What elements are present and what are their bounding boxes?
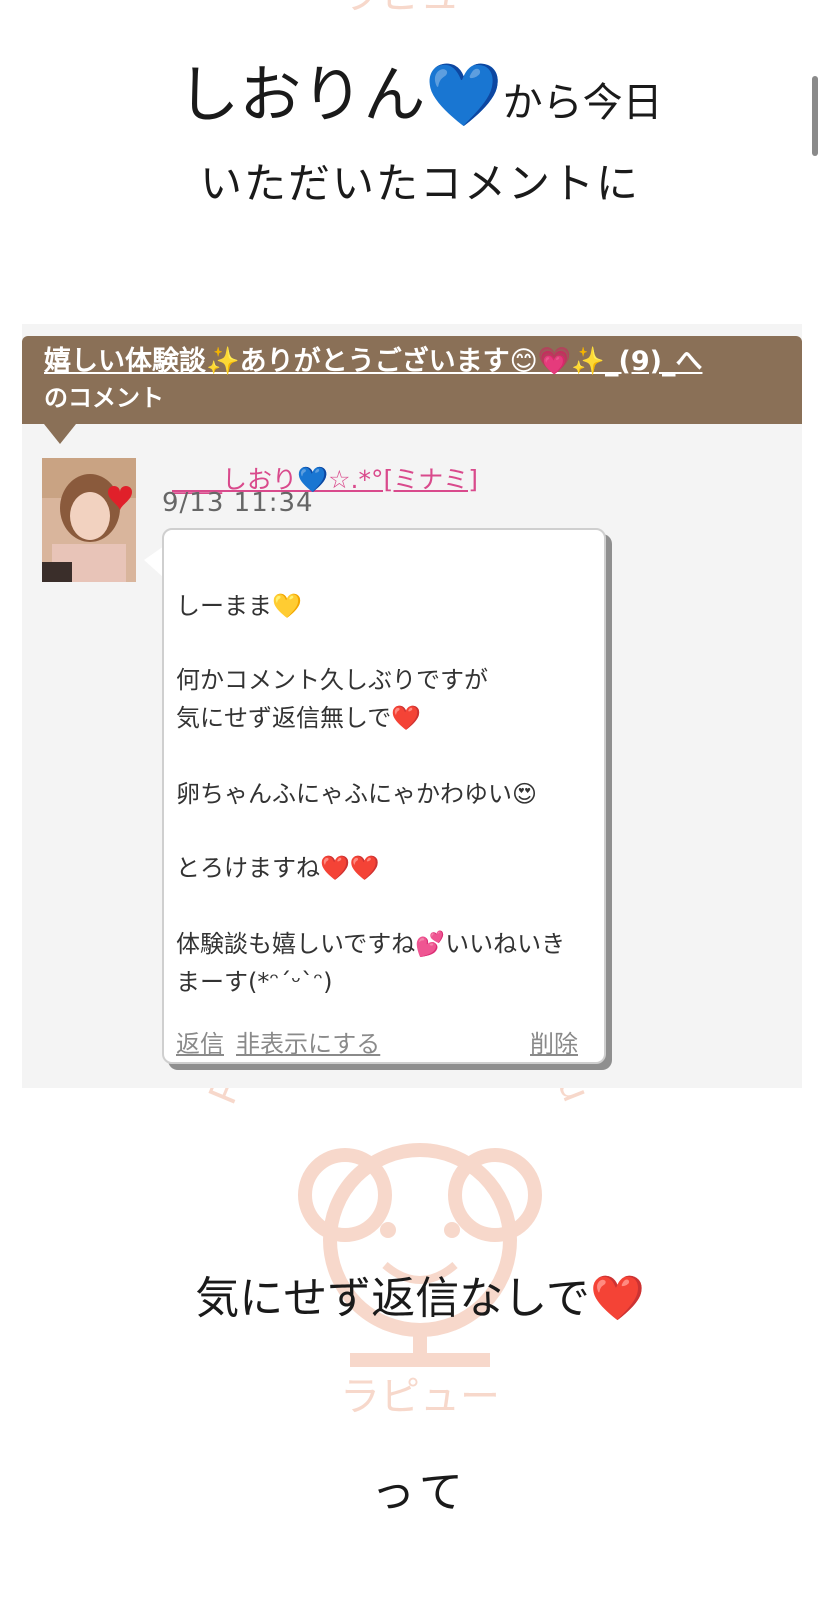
comment-line: 卵ちゃんふにゃふにゃかわゆい😍 — [176, 780, 538, 808]
headline-name: しおりん — [177, 58, 426, 131]
comment-line: とろけますね❤️❤️ — [176, 854, 380, 882]
reply-link[interactable]: 返信 — [176, 1024, 224, 1059]
headline-ending: って — [371, 1467, 469, 1518]
post-header: 嬉しい体験談✨ありがとうございます😊💗✨_(9)_へ のコメント — [22, 336, 802, 424]
header-pointer — [44, 424, 76, 444]
post-title-link[interactable]: 嬉しい体験談✨ありがとうございます😊💗✨_(9)_へ — [44, 344, 784, 380]
delete-link[interactable]: 削除 — [530, 1024, 578, 1059]
svg-text:ラピュー: ラピュー — [340, 0, 500, 17]
comment-line: 何かコメント久しぶりですが — [176, 666, 488, 694]
headline-subtitle: いただいたコメントに — [199, 159, 640, 208]
comment-line: 体験談も嬉しいですね💕いいねいき — [176, 930, 566, 958]
bubble-tail — [144, 546, 164, 578]
headline-title: しおりん💙から今日 — [0, 44, 840, 134]
comment-line: しーまま💛 — [176, 592, 302, 620]
headline-suffix: から今日 — [502, 80, 663, 126]
red-heart-icon: ❤️ — [589, 1273, 645, 1324]
headline-quote: 気にせず返信なしで❤️ — [0, 1262, 840, 1326]
hide-link[interactable]: 非表示にする — [236, 1024, 380, 1059]
avatar[interactable] — [42, 458, 136, 582]
comment-bubble: しーまま💛 何かコメント久しぶりですが 気にせず返信無しで❤️ 卵ちゃんふにゃふ… — [162, 528, 606, 1064]
comment-date: 9/13 11:34 — [162, 488, 314, 518]
post-title-suffix: のコメント — [44, 384, 164, 412]
comment-line: 気にせず返信無しで❤️ — [176, 704, 422, 732]
blue-heart-icon: 💙 — [425, 58, 503, 131]
headline-quote-text: 気にせず返信なしで — [195, 1273, 590, 1324]
svg-text:ラピュー: ラピュー — [340, 1375, 500, 1419]
comment-line: まーす(*ᵔ´ᵕ`ᵔ) — [176, 968, 333, 996]
comment-panel: 嬉しい体験談✨ありがとうございます😊💗✨_(9)_へ のコメント ____しおり… — [22, 324, 802, 1088]
